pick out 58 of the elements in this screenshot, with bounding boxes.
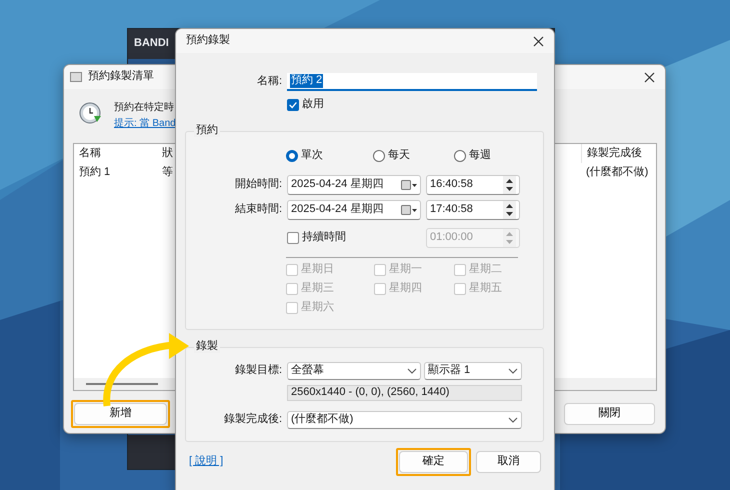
date-field[interactable]: 2025-04-24 星期四 — [287, 200, 421, 220]
app-logo: BANDI — [134, 37, 169, 50]
option-label: 單次 — [301, 149, 323, 163]
chevron-down-icon — [508, 416, 518, 424]
window-title: 預約錄製 — [186, 34, 230, 48]
option-label: 星期四 — [389, 282, 422, 296]
time-field[interactable]: 16:40:58 — [426, 175, 520, 195]
radio-button[interactable] — [454, 150, 466, 162]
column-header[interactable]: 錄製完成後 — [581, 144, 656, 164]
radio-button[interactable] — [373, 150, 385, 162]
option-label: 星期三 — [301, 282, 334, 296]
calendar-icon[interactable] — [401, 179, 417, 191]
table-cell-text: 等 — [161, 165, 174, 180]
radio-button[interactable] — [286, 150, 298, 162]
table-cell-text: 預約 1 — [78, 165, 112, 180]
clock-icon — [79, 102, 102, 125]
spin-buttons[interactable] — [503, 201, 516, 219]
field-label: 錄製完成後: — [224, 413, 282, 427]
option-label: 持續時間 — [302, 231, 346, 245]
option-label: 星期一 — [389, 262, 422, 276]
group-title: 錄製 — [194, 340, 220, 354]
time-field[interactable]: 17:40:58 — [426, 200, 520, 220]
column-header[interactable]: 名稱 — [74, 144, 157, 164]
scrollbar-thumb[interactable] — [86, 383, 158, 385]
table-cell-text: (什麼都不做) — [585, 164, 650, 180]
hint-link[interactable]: 提示: 當 Band — [114, 118, 176, 130]
chevron-down-icon — [508, 368, 518, 374]
name-field[interactable]: 預約 2 — [287, 73, 537, 91]
field-label: 開始時間: — [234, 178, 282, 192]
dialog-button[interactable]: 取消 — [476, 451, 541, 473]
help-link[interactable]: [ 說明 ] — [189, 455, 224, 469]
column-header[interactable]: 狀 — [157, 144, 178, 164]
calendar-icon[interactable] — [401, 204, 417, 216]
option-label: 星期六 — [301, 300, 334, 314]
option-label: 星期五 — [469, 282, 502, 296]
dialog-button[interactable]: 確定 — [399, 451, 468, 473]
option-label: 星期日 — [301, 262, 334, 276]
dropdown[interactable]: 顯示器 1 — [424, 362, 522, 380]
field-label: 結束時間: — [234, 203, 282, 217]
dropdown[interactable]: (什麼都不做) — [287, 411, 522, 429]
chevron-down-icon — [407, 368, 417, 374]
description-text: 預約在特定時 — [114, 102, 175, 114]
app-icon — [70, 72, 82, 82]
option-label: 星期二 — [469, 262, 502, 276]
field-label: 錄製目標: — [234, 364, 282, 378]
option-label: 每週 — [469, 149, 491, 163]
date-field[interactable]: 2025-04-24 星期四 — [287, 175, 421, 195]
dialog-button[interactable]: 關閉 — [564, 403, 655, 425]
field-label: 名稱: — [256, 75, 282, 89]
spin-buttons[interactable] — [503, 176, 516, 194]
info-field: 2560x1440 - (0, 0), (2560, 1440) — [287, 385, 522, 401]
option-label: 每天 — [388, 149, 410, 163]
checkbox[interactable] — [287, 98, 299, 111]
group-title: 預約 — [194, 124, 220, 138]
dropdown[interactable]: 全螢幕 — [287, 362, 421, 380]
window-title: 預約錄製清單 — [88, 70, 154, 84]
dialog-button[interactable]: 新增 — [74, 403, 167, 425]
option-label: 啟用 — [302, 98, 324, 112]
